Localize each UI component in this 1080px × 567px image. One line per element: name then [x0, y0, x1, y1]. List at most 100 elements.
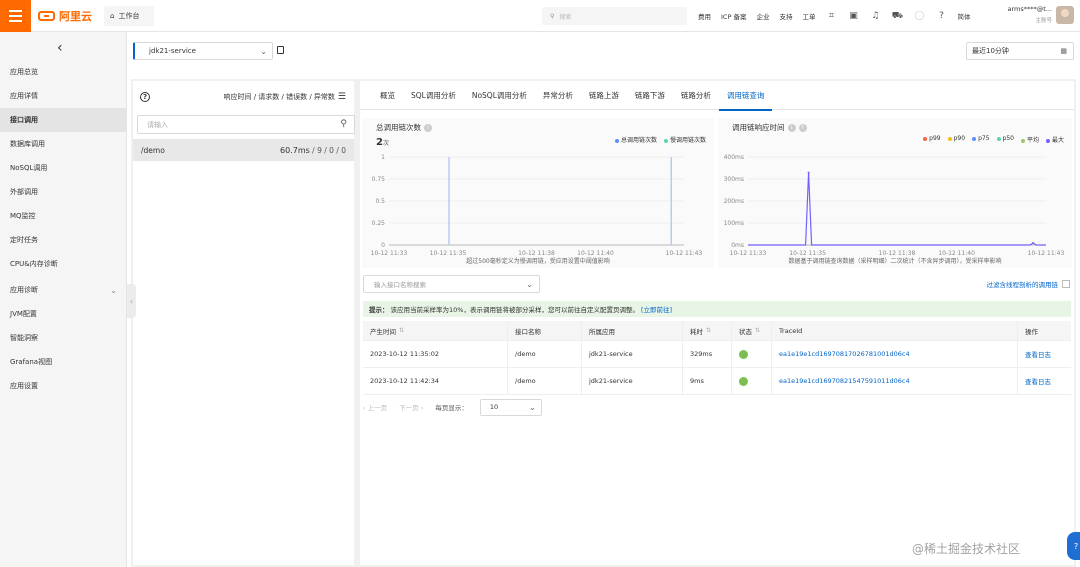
cell-cost: 9ms	[683, 368, 732, 394]
view-log-link[interactable]: 查看日志	[1018, 341, 1071, 367]
traceid-link[interactable]: ea1e19e1cd16970817026781001d06c4	[772, 341, 1018, 367]
cell-app: jdk21-service	[582, 368, 683, 394]
col-cost[interactable]: 耗时 ⇅	[683, 321, 732, 340]
legend-item[interactable]: p50	[996, 135, 1014, 144]
cell-cost: 329ms	[683, 341, 732, 367]
nav-icp[interactable]: ICP 备案	[721, 11, 746, 21]
thread-profile-filter[interactable]: 过滤含线程剖析的调用链	[987, 279, 1070, 289]
checkbox[interactable]	[1062, 280, 1070, 288]
chevron-down-icon: ⌄	[260, 46, 267, 56]
nav-fee[interactable]: 费用	[698, 11, 711, 21]
user-name: arms****@t...	[1007, 5, 1052, 13]
brand-logo[interactable]: 阿里云	[38, 9, 92, 23]
legend-item[interactable]: 最大	[1045, 135, 1064, 144]
sidebar-item-grafana[interactable]: Grafana视图	[0, 350, 127, 374]
help-fab-button[interactable]: ?	[1067, 532, 1080, 560]
sampling-tip: 提示： 该应用当前采样率为10%，表示调用链将被部分采样，您可以前往自定义配置页调…	[363, 301, 1071, 317]
tab-overview[interactable]: 概览	[372, 81, 403, 110]
terminal-icon[interactable]: ⌗	[825, 10, 837, 22]
global-search-input[interactable]: ⚲ 搜索	[542, 7, 687, 25]
back-arrow-icon[interactable]: ‹	[57, 40, 63, 56]
service-select[interactable]: jdk21-service ⌄	[133, 42, 273, 60]
trace-count-bar	[448, 157, 450, 245]
main-area: jdk21-service ⌄ 最近10分钟 ▦ ? 响应时间 / 请求数 / 错误…	[127, 32, 1080, 567]
page-size-select[interactable]: 10 ⌄	[479, 398, 542, 416]
y-tick-label: 200ms	[724, 198, 744, 205]
nav-ticket[interactable]: 工单	[802, 11, 815, 21]
col-status[interactable]: 状态 ⇅	[732, 321, 772, 340]
info-icon[interactable]: i	[424, 123, 432, 132]
nav-support[interactable]: 支持	[779, 11, 792, 21]
sidebar-item-app-detail[interactable]: 应用详情	[0, 84, 127, 108]
tab-trace-analysis[interactable]: 链路分析	[673, 81, 719, 110]
chart-legend: p99 p90 p75 p50 平均 最大	[923, 135, 1064, 144]
user-role: 主账号	[1035, 18, 1052, 24]
user-info[interactable]: arms****@t... 主账号	[1002, 5, 1052, 24]
lightbulb-icon[interactable]: ◯	[913, 10, 925, 22]
help-icon[interactable]: ?	[798, 123, 807, 132]
copy-icon[interactable]	[277, 46, 284, 54]
api-search-input[interactable]: 请输入 ⚲	[137, 115, 355, 134]
sort-icon[interactable]: ⇅	[706, 327, 711, 334]
sidebar-item-cpu-memory[interactable]: CPU&内存诊断	[0, 252, 127, 276]
view-log-link[interactable]: 查看日志	[1018, 368, 1071, 394]
legend-item[interactable]: p90	[947, 135, 965, 144]
col-time[interactable]: 产生时间 ⇅	[363, 321, 508, 340]
sort-icon[interactable]: ⇅	[755, 327, 760, 334]
sidebar-item-nosql-call[interactable]: NoSQL调用	[0, 156, 127, 180]
table-row: 2023-10-12 11:35:02 /demo jdk21-service …	[363, 341, 1071, 368]
sidebar-item-scheduled-task[interactable]: 定时任务	[0, 228, 127, 252]
legend-item[interactable]: p99	[923, 135, 941, 144]
goto-config-link[interactable]: [立即前往]	[641, 304, 672, 314]
sidebar-item-overview[interactable]: 应用总览	[0, 60, 127, 84]
legend-item[interactable]: 平均	[1020, 135, 1039, 144]
menu-icon[interactable]	[0, 0, 31, 32]
help-icon[interactable]: ?	[935, 10, 947, 22]
sidebar-collapse-handle[interactable]: ‹	[127, 284, 136, 318]
sidebar-item-db-call[interactable]: 数据库调用	[0, 132, 127, 156]
tab-trace-query[interactable]: 调用链查询	[718, 81, 773, 111]
top-nav: 费用 ICP 备案 企业 支持 工单 ⌗ ▣ ♫ ⛟ ◯ ? 简体	[698, 0, 970, 32]
tab-nosql-analysis[interactable]: NoSQL调用分析	[464, 81, 535, 110]
info-icon[interactable]: i	[787, 123, 796, 132]
sort-options[interactable]: 响应时间 / 请求数 / 错误数 / 异常数 ☰	[223, 92, 346, 102]
legend-item[interactable]: 慢调用链次数	[663, 135, 706, 144]
traceid-link[interactable]: ea1e19e1cd16970821547591011d06c4	[772, 368, 1018, 394]
tab-upstream[interactable]: 链路上游	[581, 81, 627, 110]
legend-item[interactable]: p75	[972, 135, 990, 144]
sort-icon[interactable]: ☰	[338, 92, 346, 102]
sort-icon[interactable]: ⇅	[399, 327, 404, 334]
sidebar-item-settings[interactable]: 应用设置	[0, 374, 127, 398]
api-name-filter[interactable]: 输入接口名称搜索 ⌄	[363, 275, 540, 293]
avatar[interactable]	[1056, 6, 1074, 24]
sidebar-item-insight[interactable]: 智能洞察	[0, 326, 127, 350]
sidebar-item-jvm[interactable]: JVM配置	[0, 302, 127, 326]
sidebar-item-api-call[interactable]: 接口调用	[0, 108, 127, 132]
cell-time: 2023-10-12 11:35:02	[363, 341, 508, 367]
search-icon[interactable]: ⚲	[340, 119, 347, 129]
image-icon[interactable]: ▣	[847, 10, 859, 22]
help-icon[interactable]: ?	[140, 92, 150, 102]
prev-page-button[interactable]: ‹ 上一页	[363, 402, 387, 412]
cell-status	[732, 368, 772, 394]
sidebar-item-mq[interactable]: MQ监控	[0, 204, 127, 228]
sidebar-item-app-diagnosis[interactable]: 应用诊断 ⌄	[0, 278, 127, 302]
workspace-button[interactable]: ⌂ 工作台	[104, 6, 154, 26]
next-page-button[interactable]: 下一页 ›	[399, 402, 423, 412]
tab-exception-analysis[interactable]: 异常分析	[535, 81, 581, 110]
legend-item[interactable]: 总调用链次数	[614, 135, 657, 144]
time-range-select[interactable]: 最近10分钟 ▦	[966, 42, 1074, 60]
nav-enterprise[interactable]: 企业	[756, 11, 769, 21]
tab-downstream[interactable]: 链路下游	[627, 81, 673, 110]
chevron-down-icon: ⌄	[529, 402, 536, 412]
page-size-label: 每页显示：	[435, 404, 468, 412]
chart-footnote: 超过500毫秒定义为慢调用链，受应用设置中阈值影响	[466, 258, 610, 265]
tab-sql-analysis[interactable]: SQL调用分析	[403, 81, 464, 110]
cart-icon[interactable]: ⛟	[891, 10, 903, 22]
pagination: ‹ 上一页 下一页 › 每页显示： 10 ⌄	[363, 398, 542, 416]
status-ok-icon	[739, 349, 748, 359]
bell-icon[interactable]: ♫	[869, 10, 881, 22]
language-switch[interactable]: 简体	[957, 11, 970, 21]
sidebar-item-external-call[interactable]: 外部调用	[0, 180, 127, 204]
list-item[interactable]: /demo 60.7ms / 9 / 0 / 0	[133, 139, 354, 161]
